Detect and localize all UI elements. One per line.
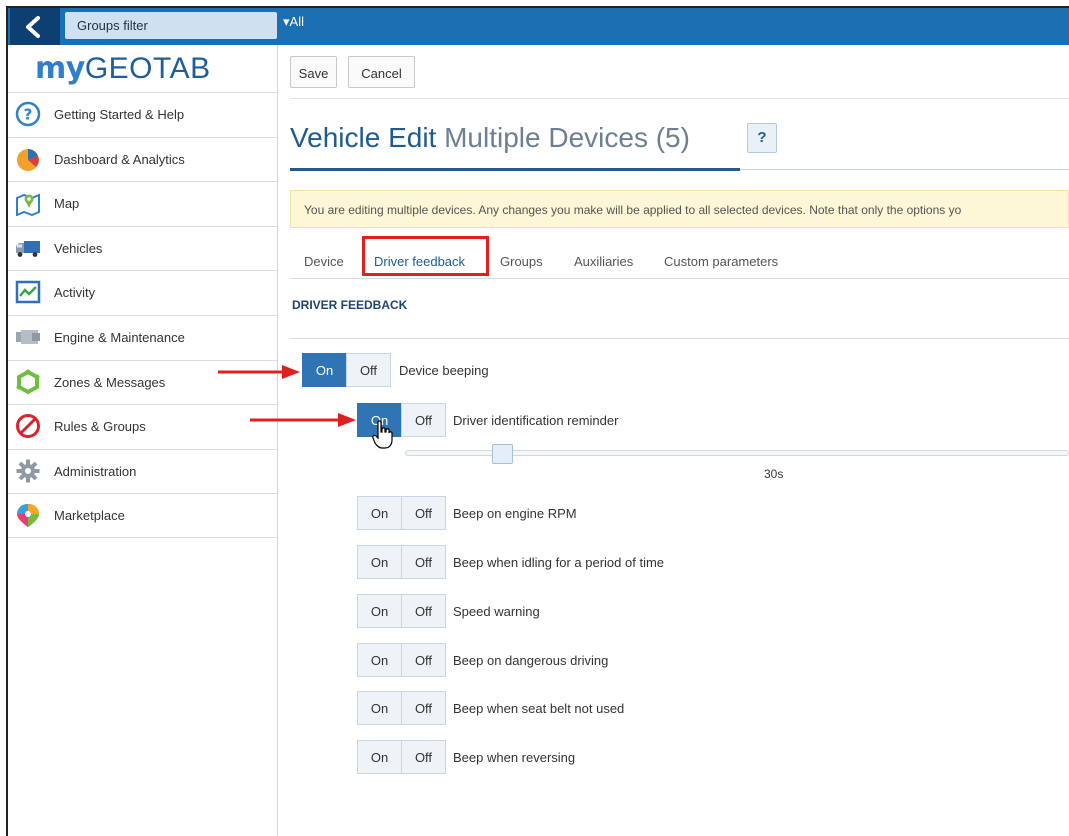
off-button[interactable]: Off [401, 403, 446, 437]
toggle-label: Driver identification reminder [453, 413, 619, 428]
sidebar-item-label: Marketplace [54, 508, 125, 524]
hand-cursor-icon [372, 420, 393, 449]
sidebar-item-label: Administration [54, 463, 137, 479]
toggle-label: Device beeping [399, 363, 489, 378]
sidebar-item-dashboard[interactable]: Dashboard & Analytics [8, 136, 277, 182]
on-button[interactable]: On [357, 545, 401, 579]
svg-text:?: ? [24, 106, 33, 124]
arrow-annotation-icon [250, 413, 356, 427]
on-button[interactable]: On [357, 496, 401, 530]
off-button[interactable]: Off [401, 740, 446, 774]
arrow-annotation-icon [218, 365, 300, 379]
toolbar-divider [290, 98, 1069, 99]
sidebar-item-label: Dashboard & Analytics [54, 151, 185, 167]
sidebar-item-label: Getting Started & Help [54, 107, 185, 122]
reminder-slider-thumb[interactable] [492, 444, 513, 464]
help-icon: ? [15, 101, 41, 127]
off-button[interactable]: Off [346, 353, 391, 387]
off-button[interactable]: Off [401, 496, 446, 530]
sidebar-item-marketplace[interactable]: Marketplace [8, 493, 277, 538]
on-button[interactable]: On [357, 643, 401, 677]
toggle-label: Beep when seat belt not used [453, 701, 625, 716]
toggle-beep-reversing[interactable]: On Off [357, 740, 446, 774]
page-title: Vehicle Edit Multiple Devices (5) [290, 122, 690, 153]
off-button[interactable]: Off [401, 545, 446, 579]
section-title: DRIVER FEEDBACK [292, 298, 408, 312]
groups-all-dropdown[interactable]: ▾All [283, 14, 304, 30]
activity-icon [15, 281, 41, 304]
sidebar-item-label: Zones & Messages [54, 374, 166, 390]
zone-icon [16, 369, 40, 394]
marketplace-icon [17, 504, 39, 528]
tab-highlight-box [362, 236, 489, 276]
toggle-beep-engine-rpm[interactable]: On Off [357, 496, 446, 530]
sidebar-item-label: Engine & Maintenance [54, 329, 185, 345]
pie-chart-icon [17, 148, 39, 171]
sidebar-item-label: Rules & Groups [54, 419, 146, 435]
toggle-label: Speed warning [453, 604, 540, 619]
sidebar-item-label: Activity [54, 285, 96, 301]
reminder-slider-value: 30s [764, 467, 784, 481]
sidebar-item-label: Vehicles [54, 240, 103, 256]
map-icon [16, 193, 40, 217]
sidebar-item-getting-started[interactable]: ? Getting Started & Help [8, 92, 277, 137]
on-button[interactable]: On [357, 691, 401, 725]
sidebar-item-activity[interactable]: Activity [8, 270, 277, 315]
sidebar-item-rules[interactable]: Rules & Groups [8, 404, 277, 449]
engine-icon [16, 329, 40, 344]
save-button[interactable]: Save [290, 56, 337, 88]
back-button[interactable] [10, 8, 60, 45]
chevron-left-icon [26, 16, 40, 38]
title-rule [740, 169, 1069, 170]
sidebar-item-administration[interactable]: Administration [8, 448, 277, 494]
toggle-label: Beep on dangerous driving [453, 653, 609, 668]
groups-filter-input[interactable]: Groups filter [65, 12, 277, 39]
toggle-beep-dangerous-driving[interactable]: On Off [357, 643, 446, 677]
off-button[interactable]: Off [401, 643, 446, 677]
sidebar: myGEOTAB ? Getting Started & Help Dashbo… [8, 45, 278, 836]
on-button[interactable]: On [302, 353, 346, 387]
rules-icon [16, 414, 40, 439]
truck-icon [16, 240, 40, 257]
toggle-label: Beep when idling for a period of time [453, 555, 665, 570]
top-bar: Groups filter ▾All [8, 8, 1069, 45]
gear-icon [16, 459, 40, 483]
toggle-beep-idling[interactable]: On Off [357, 545, 446, 579]
toggle-speed-warning[interactable]: On Off [357, 594, 446, 628]
sidebar-item-vehicles[interactable]: Vehicles [8, 225, 277, 271]
sidebar-item-engine[interactable]: Engine & Maintenance [8, 314, 277, 360]
multi-edit-notice: You are editing multiple devices. Any ch… [290, 190, 1069, 228]
toggle-label: Beep when reversing [453, 750, 576, 765]
cancel-button[interactable]: Cancel [348, 56, 415, 88]
mygeotab-logo[interactable]: myGEOTAB [8, 45, 277, 92]
tab-groups[interactable]: Groups [500, 254, 543, 269]
title-underline [290, 168, 740, 171]
toggle-label: Beep on engine RPM [453, 506, 577, 521]
tab-custom-parameters[interactable]: Custom parameters [664, 254, 778, 269]
sidebar-item-label: Map [54, 196, 80, 212]
toggle-device-beeping[interactable]: On Off [302, 353, 391, 387]
tab-auxiliaries[interactable]: Auxiliaries [574, 254, 633, 269]
sidebar-item-map[interactable]: Map [8, 181, 277, 226]
help-button[interactable]: ? [747, 123, 777, 153]
toggle-driver-id-reminder[interactable]: On Off [357, 403, 446, 437]
toggle-beep-seat-belt[interactable]: On Off [357, 691, 446, 725]
on-button[interactable]: On [357, 740, 401, 774]
off-button[interactable]: Off [401, 691, 446, 725]
tab-device[interactable]: Device [304, 254, 344, 269]
section-divider [290, 338, 1069, 339]
on-button[interactable]: On [357, 594, 401, 628]
off-button[interactable]: Off [401, 594, 446, 628]
